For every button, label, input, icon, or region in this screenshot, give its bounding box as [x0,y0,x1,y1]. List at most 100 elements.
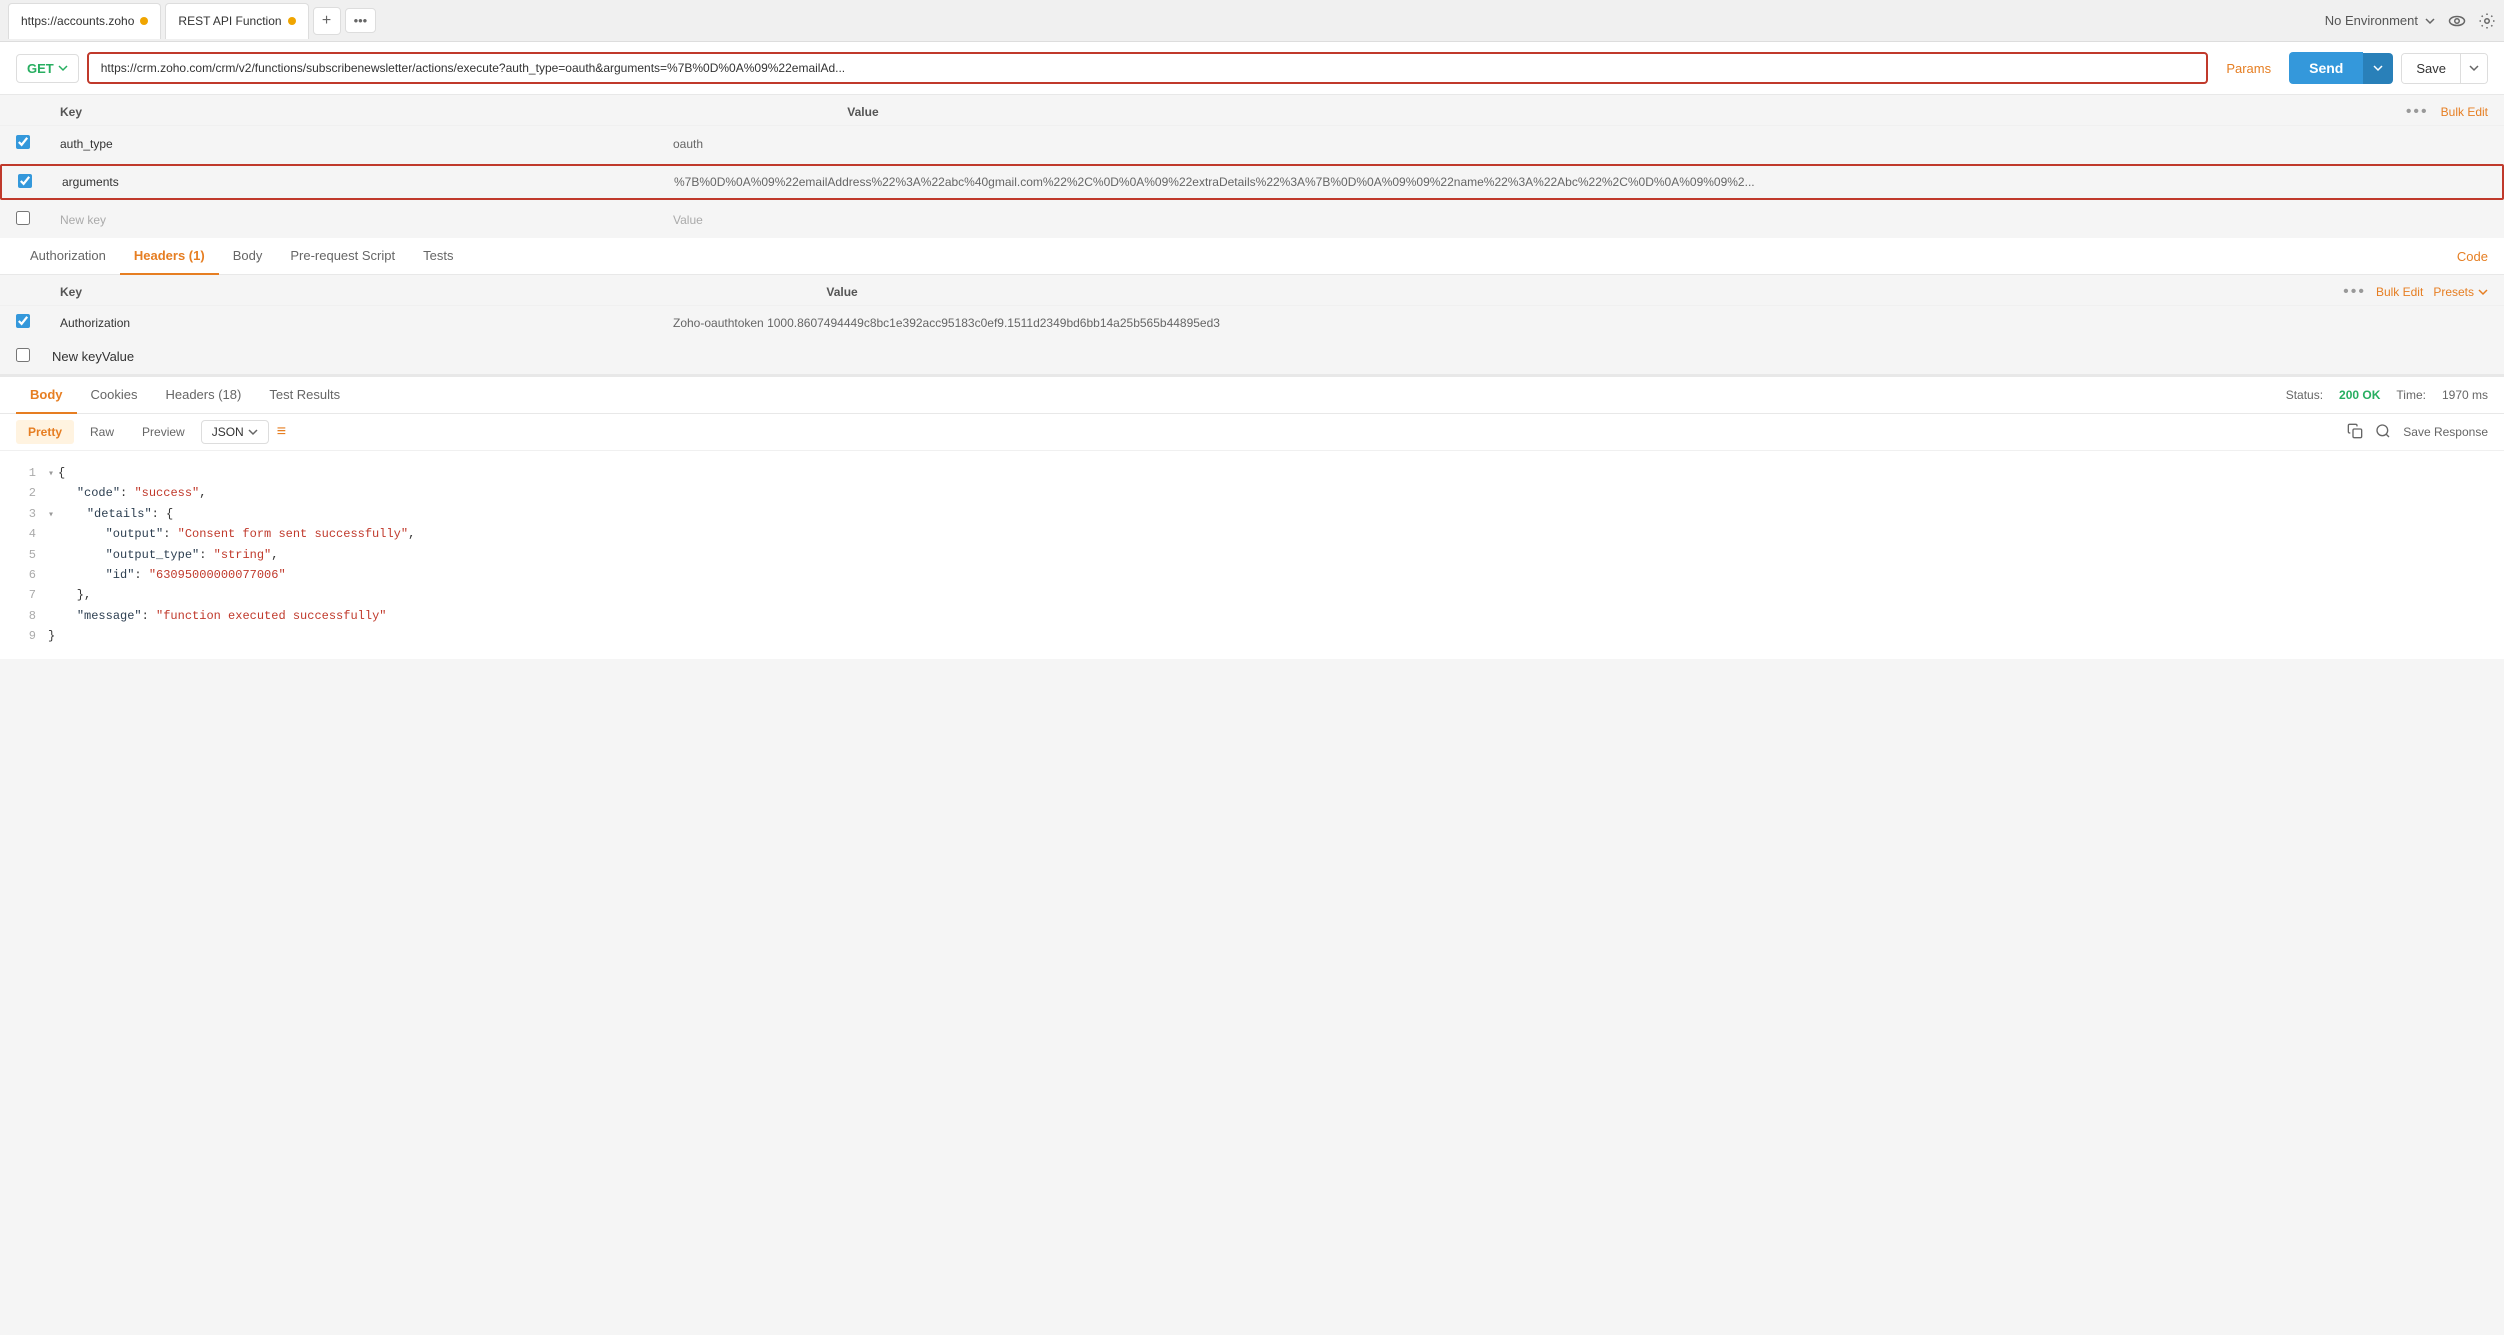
time-value: 1970 ms [2442,388,2488,402]
tab-accounts-label: https://accounts.zoho [21,14,134,28]
copy-button[interactable] [2347,423,2363,442]
params-key-header: Key [52,105,847,119]
params-auth-key: auth_type [52,137,673,151]
headers-table-actions: ••• Bulk Edit Presets [2343,283,2488,301]
more-icon: ••• [354,13,368,28]
params-row-arguments: arguments %7B%0D%0A%09%22emailAddress%22… [0,164,2504,200]
tab-rest-api[interactable]: REST API Function [165,3,308,39]
headers-value-header: Value [826,285,2343,299]
params-new-key: New key [52,213,673,227]
response-body-toolbar: Pretty Raw Preview JSON ≡ Save Response [0,414,2504,451]
headers-new-key: New key [52,349,102,364]
headers-table-header: Key Value ••• Bulk Edit Presets [0,275,2504,306]
headers-presets-button[interactable]: Presets [2433,285,2488,299]
params-row-args-check[interactable] [18,174,54,191]
tab-headers[interactable]: Headers (1) [120,238,219,275]
save-button-group: Save [2401,53,2488,84]
format-label: JSON [212,425,244,439]
params-auth-checkbox[interactable] [16,135,30,149]
tab-authorization[interactable]: Authorization [16,238,120,275]
tab-rest-api-dot [288,17,296,25]
tab-pre-request[interactable]: Pre-request Script [276,238,409,275]
tab-tests[interactable]: Tests [409,238,467,275]
settings-button[interactable] [2478,12,2496,30]
headers-new-row: New key Value [0,340,2504,374]
params-args-checkbox[interactable] [18,174,32,188]
method-label: GET [27,61,54,76]
headers-more-button[interactable]: ••• [2343,283,2366,301]
gear-icon [2478,12,2496,30]
params-new-check [16,211,52,228]
json-response-body: 1 { 2 "code": "success", 3 "details": { … [0,451,2504,659]
fmt-tab-preview[interactable]: Preview [130,420,197,444]
headers-bulk-edit-button[interactable]: Bulk Edit [2376,285,2423,299]
headers-auth-checkbox[interactable] [16,314,30,328]
params-row-auth-check[interactable] [16,135,52,152]
method-chevron-icon [58,63,68,73]
format-selector[interactable]: JSON [201,420,269,444]
eye-icon [2448,12,2466,30]
resp-tab-body[interactable]: Body [16,377,77,414]
params-table-header: Key Value ••• Bulk Edit [0,95,2504,126]
params-more-button[interactable]: ••• [2406,103,2429,121]
save-button[interactable]: Save [2402,54,2460,83]
request-tab-right: Code [2457,249,2488,264]
params-new-checkbox[interactable] [16,211,30,225]
json-line-1: 1 { [16,463,2488,483]
more-tabs-button[interactable]: ••• [345,8,377,33]
json-line-3: 3 "details": { [16,504,2488,524]
add-icon: + [322,12,331,30]
method-selector[interactable]: GET [16,54,79,83]
headers-new-check [16,348,52,365]
params-args-key: arguments [54,175,674,189]
params-table-actions: ••• Bulk Edit [2406,103,2488,121]
resp-tab-cookies[interactable]: Cookies [77,377,152,414]
json-line-5: 5 "output_type": "string", [16,545,2488,565]
url-input-container [87,52,2209,84]
presets-chevron-icon [2478,287,2488,297]
tab-body[interactable]: Body [219,238,277,275]
format-chevron-icon [248,427,258,437]
params-new-value: Value [673,213,2488,227]
fmt-tab-raw[interactable]: Raw [78,420,126,444]
environment-selector[interactable]: No Environment [2325,13,2436,28]
request-tabs-bar: Authorization Headers (1) Body Pre-reque… [0,238,2504,275]
top-bar: https://accounts.zoho REST API Function … [0,0,2504,42]
time-label: Time: [2396,388,2426,402]
params-value-header: Value [847,105,2406,119]
save-response-button[interactable]: Save Response [2403,425,2488,439]
top-bar-right: No Environment [2325,12,2496,30]
response-section: Body Cookies Headers (18) Test Results S… [0,374,2504,659]
resp-toolbar-right: Save Response [2347,423,2488,442]
json-line-2: 2 "code": "success", [16,483,2488,503]
headers-auth-check[interactable] [16,314,52,331]
send-dropdown-button[interactable] [2363,53,2393,84]
wrap-icon[interactable]: ≡ [277,423,286,441]
send-button[interactable]: Send [2289,52,2363,84]
headers-new-checkbox[interactable] [16,348,30,362]
url-input[interactable] [87,52,2209,84]
search-button[interactable] [2375,423,2391,442]
params-button[interactable]: Params [2216,55,2281,82]
json-line-7: 7 }, [16,585,2488,605]
copy-icon [2347,423,2363,439]
json-line-6: 6 "id": "63095000000077006" [16,565,2488,585]
params-row-auth-type: auth_type oauth [0,126,2504,162]
resp-tab-test-results[interactable]: Test Results [255,377,354,414]
params-args-value: %7B%0D%0A%09%22emailAddress%22%3A%22abc%… [674,175,2486,189]
params-bulk-edit-button[interactable]: Bulk Edit [2441,105,2488,119]
resp-tab-headers[interactable]: Headers (18) [151,377,255,414]
fmt-tab-pretty[interactable]: Pretty [16,420,74,444]
search-icon [2375,423,2391,439]
code-link[interactable]: Code [2457,249,2488,264]
status-value: 200 OK [2339,388,2380,402]
send-button-group: Send [2289,52,2393,84]
url-bar: GET Params Send Save [0,42,2504,95]
headers-authorization-row: Authorization Zoho-oauthtoken 1000.86074… [0,306,2504,340]
add-tab-button[interactable]: + [313,7,341,35]
eye-button[interactable] [2448,12,2466,30]
json-line-4: 4 "output": "Consent form sent successfu… [16,524,2488,544]
tab-accounts[interactable]: https://accounts.zoho [8,3,161,39]
chevron-down-icon [2424,15,2436,27]
save-dropdown-button[interactable] [2460,54,2487,83]
